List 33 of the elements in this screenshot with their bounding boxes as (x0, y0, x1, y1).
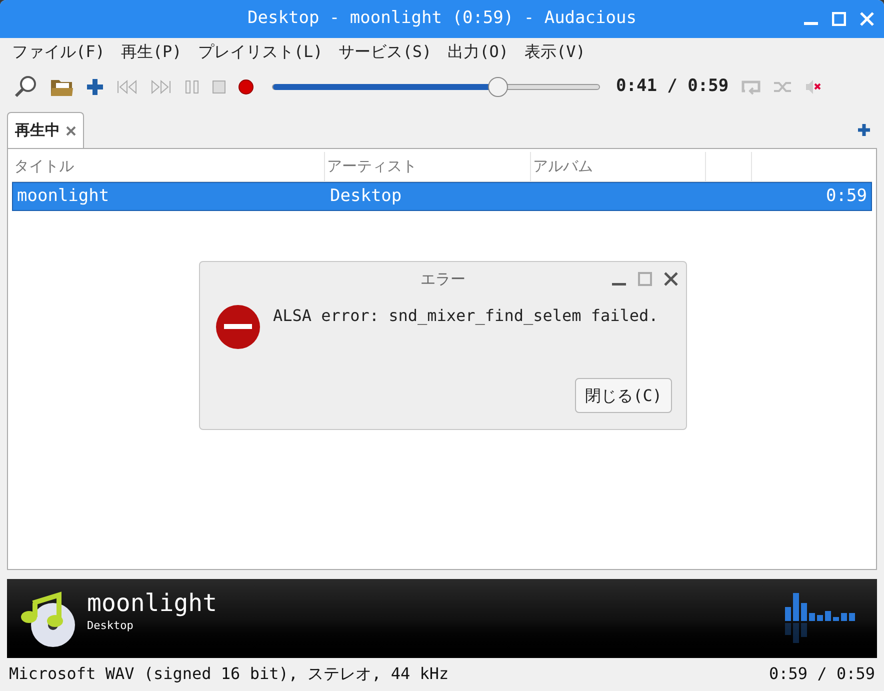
menu-item[interactable]: 再生(P) (114, 40, 188, 64)
search-icon[interactable] (14, 75, 38, 99)
visualizer-drawing (785, 592, 857, 644)
menu-item[interactable]: 表示(V) (518, 40, 592, 64)
time-display: 0:41 / 0:59 (616, 75, 729, 98)
window-title: Desktop - moonlight (0:59) - Audacious (246, 7, 638, 30)
table-cell-text: Desktop (330, 184, 403, 208)
table-cell-text: moonlight (17, 184, 110, 208)
playlist-row[interactable]: moonlight Desktop 0:59 (12, 182, 872, 211)
artist-name: Desktop (87, 618, 134, 634)
format-info: Microsoft WAV (signed 16 bit), ステレオ, 44 kHz (9, 663, 449, 685)
seek-slider[interactable] (272, 77, 600, 97)
muted-speaker-icon[interactable] (804, 79, 823, 95)
column-header[interactable]: アーティスト (325, 152, 531, 181)
column-header[interactable]: アルバム (531, 152, 706, 181)
menu-item[interactable]: ファイル(F) (6, 40, 111, 64)
add-icon[interactable] (86, 78, 104, 96)
table-cell-text: 0:59 (826, 184, 867, 208)
close-icon[interactable] (664, 272, 678, 286)
close-button[interactable]: 閉じる(C) (575, 378, 672, 413)
close-tab-icon[interactable] (66, 126, 76, 136)
status-time: 0:59 / 0:59 (769, 663, 875, 685)
song-title: moonlight (87, 588, 218, 618)
add-tab-icon[interactable] (858, 124, 870, 136)
record-icon[interactable] (238, 79, 254, 95)
dialog-title: エラー (420, 268, 466, 290)
error-icon (215, 304, 261, 350)
menu-item[interactable]: プレイリスト(L) (192, 40, 329, 64)
tab[interactable]: 再生中 (7, 112, 84, 148)
error-message: ALSA error: snd_mixer_find_selem failed. (273, 305, 658, 327)
menu-item[interactable]: サービス(S) (332, 40, 438, 64)
column-header[interactable]: タイトル (12, 152, 325, 181)
menu-item[interactable]: 出力(O) (442, 40, 515, 64)
